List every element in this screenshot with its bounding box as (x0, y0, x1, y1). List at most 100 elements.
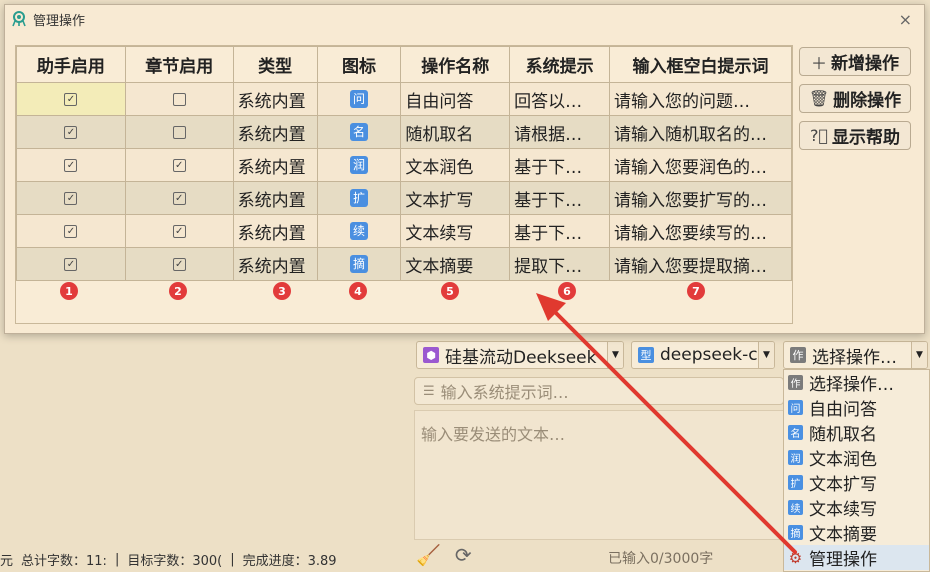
checkbox[interactable]: ✓ (64, 125, 78, 139)
assistant-enabled-cell[interactable]: ✓ (16, 115, 126, 149)
name-cell[interactable]: 自由问答 (400, 82, 511, 116)
provider-select[interactable]: ⬢ 硅基流动Deekseek ▼ (416, 341, 624, 369)
column-header[interactable]: 输入框空白提示词 (609, 46, 792, 83)
column-marker: 5 (441, 282, 459, 300)
dropdown-option[interactable]: 问自由问答 (784, 395, 929, 420)
column-header[interactable]: 章节启用 (124, 46, 234, 83)
table-row[interactable]: ✓ 系统内置 名 随机取名 请根据… 请输入随机取名的… (16, 115, 792, 149)
operation-icon: 名 (349, 123, 368, 141)
prompt-cell[interactable]: 基于下… (509, 181, 611, 215)
model-select[interactable]: 型 deepseek-c ▼ (631, 341, 775, 369)
help-icon: ?⃝ (809, 126, 829, 145)
dropdown-option[interactable]: 润文本润色 (784, 445, 929, 470)
checkbox[interactable]: ✓ (64, 92, 78, 106)
checkbox[interactable]: ✓ (172, 257, 186, 271)
prompt-cell[interactable]: 提取下… (509, 247, 611, 281)
table-row[interactable]: ✓ ✓ 系统内置 润 文本润色 基于下… 请输入您要润色的… (16, 148, 792, 182)
assistant-enabled-cell[interactable]: ✓ (16, 214, 126, 248)
table-row[interactable]: ✓ ✓ 系统内置 扩 文本扩写 基于下… 请输入您要扩写的… (16, 181, 792, 215)
broom-icon[interactable]: 🧹 (416, 543, 441, 567)
column-header[interactable]: 助手启用 (16, 46, 126, 83)
type-cell[interactable]: 系统内置 (232, 181, 318, 215)
name-cell[interactable]: 随机取名 (400, 115, 511, 149)
column-header[interactable]: 图标 (316, 46, 402, 83)
icon-cell[interactable]: 扩 (316, 181, 402, 215)
placeholder-cell[interactable]: 请输入您要提取摘… (609, 247, 792, 281)
checkbox[interactable]: ✓ (64, 224, 78, 238)
checkbox[interactable] (172, 92, 186, 106)
operation-select[interactable]: 作 选择操作… ▼ (783, 341, 928, 369)
icon-cell[interactable]: 续 (316, 214, 402, 248)
chevron-down-icon[interactable]: ▼ (911, 342, 927, 368)
dropdown-option[interactable]: 作选择操作… (784, 370, 929, 395)
chevron-down-icon[interactable]: ▼ (607, 342, 623, 368)
dropdown-option-label: 随机取名 (809, 425, 877, 445)
column-header[interactable]: 系统提示 (509, 46, 611, 83)
message-input[interactable]: 输入要发送的文本… (414, 410, 784, 540)
type-cell[interactable]: 系统内置 (232, 82, 318, 116)
table-row[interactable]: ✓ ✓ 系统内置 摘 文本摘要 提取下… 请输入您要提取摘… (16, 247, 792, 281)
placeholder-cell[interactable]: 请输入您要润色的… (609, 148, 792, 182)
icon-cell[interactable]: 摘 (316, 247, 402, 281)
name-cell[interactable]: 文本摘要 (400, 247, 511, 281)
name-cell[interactable]: 文本续写 (400, 214, 511, 248)
placeholder-cell[interactable]: 请输入您的问题… (609, 82, 792, 116)
chapter-enabled-cell[interactable]: ✓ (124, 181, 234, 215)
name-cell[interactable]: 文本扩写 (400, 181, 511, 215)
icon-cell[interactable]: 润 (316, 148, 402, 182)
continue-icon: 续 (788, 500, 803, 515)
assistant-enabled-cell[interactable]: ✓ (16, 181, 126, 215)
placeholder-cell[interactable]: 请输入随机取名的… (609, 115, 792, 149)
prompt-cell[interactable]: 回答以… (509, 82, 611, 116)
provider-select-value: 硅基流动Deekseek (445, 347, 597, 368)
dropdown-option-label: 管理操作 (809, 550, 877, 570)
checkbox[interactable]: ✓ (172, 191, 186, 205)
prompt-cell[interactable]: 基于下… (509, 214, 611, 248)
checkbox[interactable]: ✓ (64, 191, 78, 205)
add-operation-button[interactable]: ＋ 新增操作 (799, 47, 911, 76)
dropdown-option[interactable]: 扩文本扩写 (784, 470, 929, 495)
chapter-enabled-cell[interactable] (124, 115, 234, 149)
bottom-toolbar: 🧹 ⟳ (416, 543, 472, 567)
column-header[interactable]: 操作名称 (400, 46, 511, 83)
checkbox[interactable] (172, 125, 186, 139)
dropdown-option[interactable]: 名随机取名 (784, 420, 929, 445)
close-icon[interactable]: × (899, 10, 912, 29)
checkbox[interactable]: ✓ (172, 158, 186, 172)
show-help-button[interactable]: ?⃝ 显示帮助 (799, 121, 911, 150)
dropdown-option[interactable]: 续文本续写 (784, 495, 929, 520)
chapter-enabled-cell[interactable]: ✓ (124, 148, 234, 182)
prompt-cell[interactable]: 请根据… (509, 115, 611, 149)
chapter-enabled-cell[interactable] (124, 82, 234, 116)
column-marker: 2 (169, 282, 187, 300)
chevron-down-icon[interactable]: ▼ (758, 342, 774, 368)
table-row[interactable]: ✓ ✓ 系统内置 续 文本续写 基于下… 请输入您要续写的… (16, 214, 792, 248)
type-cell[interactable]: 系统内置 (232, 148, 318, 182)
system-prompt-placeholder: 输入系统提示词… (440, 383, 569, 402)
operation-icon: 作 (790, 347, 806, 363)
table-row[interactable]: ✓ 系统内置 问 自由问答 回答以… 请输入您的问题… (16, 82, 792, 116)
placeholder-cell[interactable]: 请输入您要续写的… (609, 214, 792, 248)
checkbox[interactable]: ✓ (64, 158, 78, 172)
chapter-enabled-cell[interactable]: ✓ (124, 214, 234, 248)
dropdown-option[interactable]: 摘文本摘要 (784, 520, 929, 545)
system-prompt-input[interactable]: ☰ 输入系统提示词… (414, 377, 784, 405)
chapter-enabled-cell[interactable]: ✓ (124, 247, 234, 281)
type-cell[interactable]: 系统内置 (232, 115, 318, 149)
assistant-enabled-cell[interactable]: ✓ (16, 247, 126, 281)
prompt-cell[interactable]: 基于下… (509, 148, 611, 182)
icon-cell[interactable]: 名 (316, 115, 402, 149)
assistant-enabled-cell[interactable]: ✓ (16, 82, 126, 116)
type-cell[interactable]: 系统内置 (232, 247, 318, 281)
type-cell[interactable]: 系统内置 (232, 214, 318, 248)
refresh-icon[interactable]: ⟳ (455, 543, 472, 567)
delete-operation-button[interactable]: 🗑 删除操作 (799, 84, 911, 113)
dropdown-option-manage[interactable]: ⚙ 管理操作 (784, 545, 929, 570)
name-cell[interactable]: 文本润色 (400, 148, 511, 182)
column-header[interactable]: 类型 (232, 46, 318, 83)
checkbox[interactable]: ✓ (172, 224, 186, 238)
placeholder-cell[interactable]: 请输入您要扩写的… (609, 181, 792, 215)
icon-cell[interactable]: 问 (316, 82, 402, 116)
assistant-enabled-cell[interactable]: ✓ (16, 148, 126, 182)
checkbox[interactable]: ✓ (64, 257, 78, 271)
